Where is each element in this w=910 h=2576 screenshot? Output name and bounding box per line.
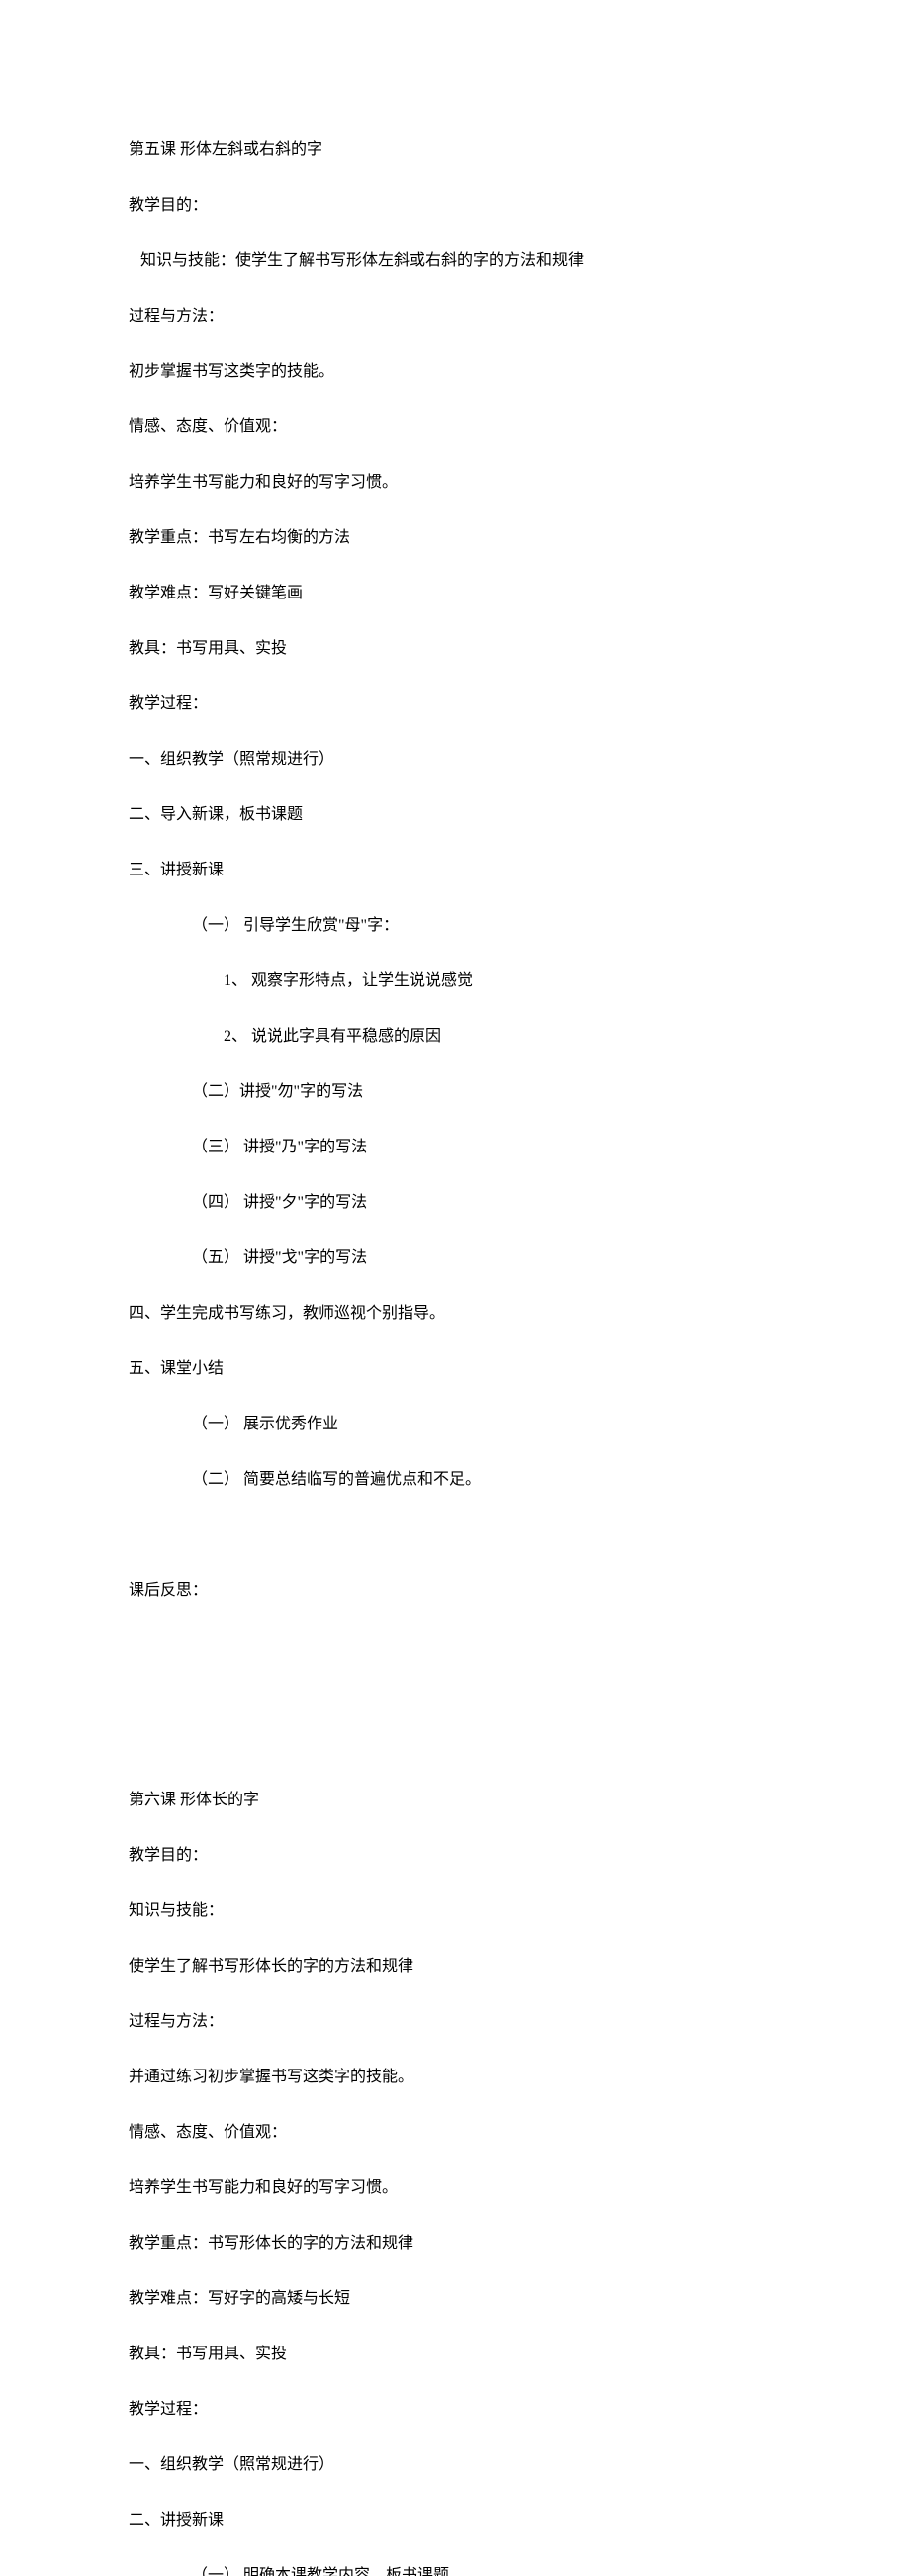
lesson6-tools: 教具：书写用具、实投 bbox=[129, 2341, 781, 2368]
section-gap bbox=[129, 1632, 781, 1759]
lesson5-title: 第五课 形体左斜或右斜的字 bbox=[129, 137, 781, 164]
lesson6-objective-label: 教学目的： bbox=[129, 1842, 781, 1870]
lesson5-step3-1-1: 1、 观察字形特点，让学生说说感觉 bbox=[129, 967, 781, 995]
lesson6-focus: 教学重点：书写形体长的字的方法和规律 bbox=[129, 2230, 781, 2257]
lesson5-step2: 二、导入新课，板书课题 bbox=[129, 801, 781, 829]
lesson6-step1: 一、组织教学（照常规进行） bbox=[129, 2451, 781, 2479]
lesson5-step1: 一、组织教学（照常规进行） bbox=[129, 746, 781, 774]
lesson6-title: 第六课 形体长的字 bbox=[129, 1787, 781, 1814]
lesson5-step5: 五、课堂小结 bbox=[129, 1355, 781, 1383]
lesson6-step2: 二、讲授新课 bbox=[129, 2507, 781, 2534]
lesson5-step4: 四、学生完成书写练习，教师巡视个别指导。 bbox=[129, 1300, 781, 1328]
lesson6-step2-1: （一） 明确本课教学内容，板书课题 bbox=[129, 2562, 781, 2576]
lesson5-difficulty: 教学难点：写好关键笔画 bbox=[129, 580, 781, 607]
lesson5-step5-1: （一） 展示优秀作业 bbox=[129, 1411, 781, 1438]
lesson5-step3-2: （二）讲授"勿"字的写法 bbox=[129, 1078, 781, 1106]
lesson5-step3-1-2: 2、 说说此字具有平稳感的原因 bbox=[129, 1023, 781, 1051]
lesson5-focus: 教学重点：书写左右均衡的方法 bbox=[129, 524, 781, 552]
lesson5-objective-label: 教学目的： bbox=[129, 192, 781, 220]
lesson6-knowledge-skill-text: 使学生了解书写形体长的字的方法和规律 bbox=[129, 1953, 781, 1980]
lesson5-process-method-label: 过程与方法： bbox=[129, 303, 781, 330]
lesson5-step3: 三、讲授新课 bbox=[129, 857, 781, 884]
lesson5-step3-5: （五） 讲授"戈"字的写法 bbox=[129, 1244, 781, 1272]
lesson5-step3-3: （三） 讲授"乃"字的写法 bbox=[129, 1134, 781, 1161]
lesson5-attitude-text: 培养学生书写能力和良好的写字习惯。 bbox=[129, 469, 781, 497]
lesson5-step5-2: （二） 简要总结临写的普遍优点和不足。 bbox=[129, 1466, 781, 1494]
lesson5-tools: 教具：书写用具、实投 bbox=[129, 635, 781, 663]
lesson6-process-method-text: 并通过练习初步掌握书写这类字的技能。 bbox=[129, 2064, 781, 2091]
lesson6-attitude-text: 培养学生书写能力和良好的写字习惯。 bbox=[129, 2174, 781, 2202]
document-content: 第五课 形体左斜或右斜的字 教学目的： 知识与技能：使学生了解书写形体左斜或右斜… bbox=[129, 109, 781, 2576]
lesson5-reflection: 课后反思： bbox=[129, 1577, 781, 1605]
lesson5-step3-1: （一） 引导学生欣赏"母"字： bbox=[129, 912, 781, 940]
lesson6-process-method-label: 过程与方法： bbox=[129, 2008, 781, 2036]
lesson6-difficulty: 教学难点：写好字的高矮与长短 bbox=[129, 2285, 781, 2313]
lesson5-knowledge-skill: 知识与技能：使学生了解书写形体左斜或右斜的字的方法和规律 bbox=[129, 247, 781, 275]
blank-line bbox=[129, 1521, 781, 1549]
lesson6-process-label: 教学过程： bbox=[129, 2396, 781, 2424]
lesson5-process-method-text: 初步掌握书写这类字的技能。 bbox=[129, 358, 781, 386]
lesson5-step3-4: （四） 讲授"夕"字的写法 bbox=[129, 1189, 781, 1217]
lesson6-knowledge-skill-label: 知识与技能： bbox=[129, 1897, 781, 1925]
lesson5-process-label: 教学过程： bbox=[129, 690, 781, 718]
lesson5-attitude-label: 情感、态度、价值观： bbox=[129, 414, 781, 441]
lesson6-attitude-label: 情感、态度、价值观： bbox=[129, 2119, 781, 2147]
